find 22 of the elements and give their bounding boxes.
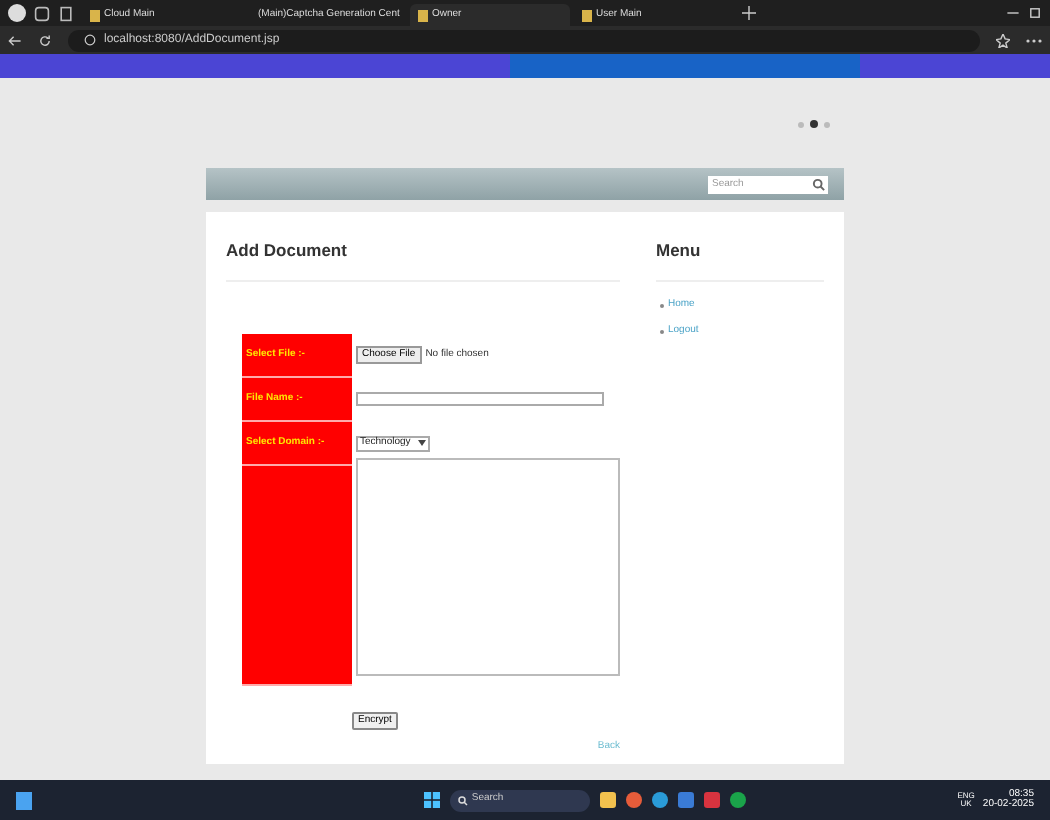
page-heading: Add Document xyxy=(226,238,620,282)
minimize-icon[interactable] xyxy=(1006,6,1020,20)
info-icon xyxy=(84,34,96,46)
maximize-icon[interactable] xyxy=(1028,6,1042,20)
tabs-icon[interactable] xyxy=(34,5,50,21)
reload-icon[interactable] xyxy=(38,33,52,47)
menu-heading: Menu xyxy=(656,238,824,282)
page-icon xyxy=(582,9,592,21)
back-arrow-icon[interactable] xyxy=(8,33,22,47)
profile-icon[interactable] xyxy=(8,4,26,22)
start-icon[interactable] xyxy=(423,792,440,808)
caret-icon xyxy=(418,440,426,447)
page-icon xyxy=(90,9,100,21)
new-tab-icon[interactable] xyxy=(742,6,756,20)
widgets-icon[interactable] xyxy=(16,791,32,809)
search-icon[interactable] xyxy=(810,175,828,193)
page-icon xyxy=(418,9,428,21)
more-icon[interactable] xyxy=(1026,37,1042,43)
search-icon xyxy=(457,795,468,805)
sidebar-icon[interactable] xyxy=(58,5,74,21)
star-icon[interactable] xyxy=(996,33,1010,47)
file-name-field[interactable] xyxy=(356,392,604,407)
